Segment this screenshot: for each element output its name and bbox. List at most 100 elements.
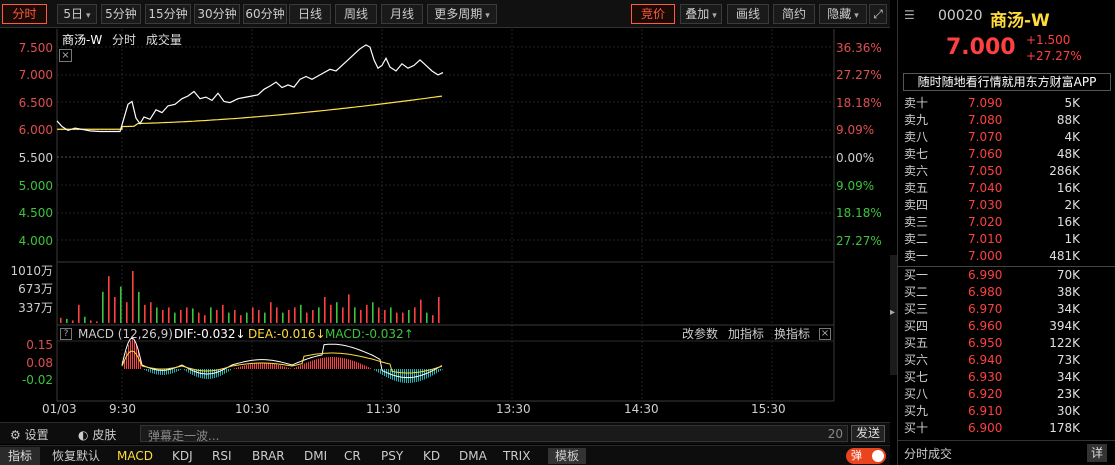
tab-dmi[interactable]: DMI	[304, 448, 327, 464]
pct-axis-label: 18.18%	[836, 96, 882, 110]
settings-button[interactable]: ⚙ 设置	[10, 426, 49, 443]
detail-button[interactable]: 详	[1087, 444, 1107, 462]
chart-grid	[56, 29, 835, 402]
volume-axis-label: 337万	[18, 301, 53, 315]
panel-collapse-handle[interactable]: ▸	[890, 255, 897, 375]
macd-bar	[236, 367, 237, 369]
level-price: 6.950	[968, 336, 1003, 350]
macd-bar	[180, 369, 181, 370]
tab-kd[interactable]: KD	[423, 448, 440, 464]
tab-rsi[interactable]: RSI	[212, 448, 232, 464]
change-params-button[interactable]: 改参数	[682, 326, 718, 342]
macd-bar	[226, 369, 227, 373]
app-promo-link[interactable]: 随时随地看行情就用东方财富APP	[903, 73, 1111, 91]
danmu-input[interactable]: 弹幕走一波... 20	[140, 425, 848, 443]
macd-bar	[318, 358, 319, 369]
more-periods-dropdown[interactable]: 更多周期 ▾	[427, 4, 497, 24]
macd-bar	[304, 363, 305, 369]
time-label: 10:30	[235, 402, 270, 416]
period-monthly-tab[interactable]: 月线	[381, 4, 423, 24]
quote-panel: ☰ 00020 商汤-W 7.000 +1.500 +27.27% 随时随地看行…	[897, 0, 1115, 465]
macd-bar	[338, 357, 339, 369]
tab-trix[interactable]: TRIX	[503, 448, 530, 464]
close-icon[interactable]: ×	[59, 49, 72, 62]
ask-row[interactable]: 卖二 7.010 1K	[904, 231, 1110, 248]
tab-kdj[interactable]: KDJ	[172, 448, 193, 464]
macd-bar	[320, 358, 321, 369]
volume-bar	[276, 307, 278, 323]
bid-row[interactable]: 买八 6.920 23K	[904, 386, 1110, 403]
tab-brar[interactable]: BRAR	[252, 448, 285, 464]
macd-bar	[184, 369, 185, 371]
ask-row[interactable]: 卖九 7.080 88K	[904, 112, 1110, 129]
volume-bar	[414, 307, 416, 323]
tab-macd[interactable]: MACD	[117, 448, 153, 464]
ask-row[interactable]: 卖八 7.070 4K	[904, 129, 1110, 146]
macd-bar	[220, 369, 221, 376]
tab-template[interactable]: 模板	[548, 448, 586, 464]
bid-row[interactable]: 买二 6.980 38K	[904, 284, 1110, 301]
level-label: 买五	[904, 336, 929, 350]
volume-bar	[288, 310, 290, 323]
tab-reset[interactable]: 恢复默认	[52, 448, 100, 464]
macd-bar	[310, 361, 311, 369]
volume-bar	[102, 291, 104, 323]
period-weekly-tab[interactable]: 周线	[335, 4, 377, 24]
toggle-knob	[872, 450, 884, 462]
bid-row[interactable]: 买六 6.940 73K	[904, 352, 1110, 369]
switch-indicator-button[interactable]: 换指标	[774, 326, 810, 342]
add-indicator-button[interactable]: 加指标	[728, 326, 764, 342]
bid-row[interactable]: 买五 6.950 122K	[904, 335, 1110, 352]
menu-icon[interactable]: ☰	[904, 8, 915, 22]
period-30min-tab[interactable]: 30分钟	[194, 4, 240, 24]
macd-bar	[346, 358, 347, 369]
danmu-toggle[interactable]: 弹	[846, 448, 886, 464]
ask-row[interactable]: 卖七 7.060 48K	[904, 146, 1110, 163]
ask-row[interactable]: 卖一 7.000 481K	[904, 248, 1110, 265]
period-15min-tab[interactable]: 15分钟	[145, 4, 191, 24]
tab-dma[interactable]: DMA	[459, 448, 487, 464]
send-button[interactable]: 发送	[851, 425, 885, 442]
macd-bar	[252, 363, 253, 369]
tab-cr[interactable]: CR	[344, 448, 361, 464]
ask-row[interactable]: 卖六 7.050 286K	[904, 163, 1110, 180]
macd-bar	[364, 365, 365, 369]
macd-bar	[360, 363, 361, 369]
skin-button[interactable]: ◐ 皮肤	[78, 426, 116, 443]
chevron-down-icon: ▾	[854, 11, 859, 21]
hide-dropdown[interactable]: 隐藏 ▾	[819, 4, 867, 24]
help-icon[interactable]: ?	[60, 328, 72, 340]
fullscreen-icon[interactable]: ⤢	[869, 4, 887, 24]
macd-bar	[416, 369, 417, 383]
macd-bar	[234, 368, 235, 369]
bid-row[interactable]: 买七 6.930 34K	[904, 369, 1110, 386]
close-icon[interactable]: ×	[819, 328, 831, 340]
bid-row[interactable]: 买一 6.990 70K	[904, 267, 1110, 284]
volume-bar	[120, 286, 122, 323]
ask-row[interactable]: 卖三 7.020 16K	[904, 214, 1110, 231]
simple-mode-button[interactable]: 简约	[773, 4, 815, 24]
period-daily-tab[interactable]: 日线	[289, 4, 331, 24]
period-intraday-tab[interactable]: 分时	[2, 4, 47, 24]
bid-row[interactable]: 买九 6.910 30K	[904, 403, 1110, 420]
intraday-chart[interactable]: 商汤-W 分时 成交量 × 7.500 7.000 6.500 6.000 5.…	[0, 29, 890, 422]
volume-bar	[72, 320, 74, 323]
draw-line-button[interactable]: 画线	[727, 4, 769, 24]
pct-axis-label: 18.18%	[836, 206, 882, 220]
overlay-dropdown[interactable]: 叠加 ▾	[680, 4, 722, 24]
period-5min-tab[interactable]: 5分钟	[101, 4, 141, 24]
ask-row[interactable]: 卖五 7.040 16K	[904, 180, 1110, 197]
period-60min-tab[interactable]: 60分钟	[243, 4, 287, 24]
ask-row[interactable]: 卖十 7.090 5K	[904, 95, 1110, 112]
pct-axis-label: 36.36%	[836, 41, 882, 55]
auction-button[interactable]: 竞价	[631, 4, 675, 24]
bid-row[interactable]: 买十 6.900 178K	[904, 420, 1110, 437]
period-5day-tab[interactable]: 5日 ▾	[57, 4, 97, 24]
volume-bar	[300, 304, 302, 323]
level-label: 买七	[904, 370, 929, 384]
bid-row[interactable]: 买三 6.970 34K	[904, 301, 1110, 318]
ask-row[interactable]: 卖四 7.030 2K	[904, 197, 1110, 214]
level-volume: 16K	[1056, 181, 1080, 195]
bid-row[interactable]: 买四 6.960 394K	[904, 318, 1110, 335]
tab-psy[interactable]: PSY	[381, 448, 403, 464]
